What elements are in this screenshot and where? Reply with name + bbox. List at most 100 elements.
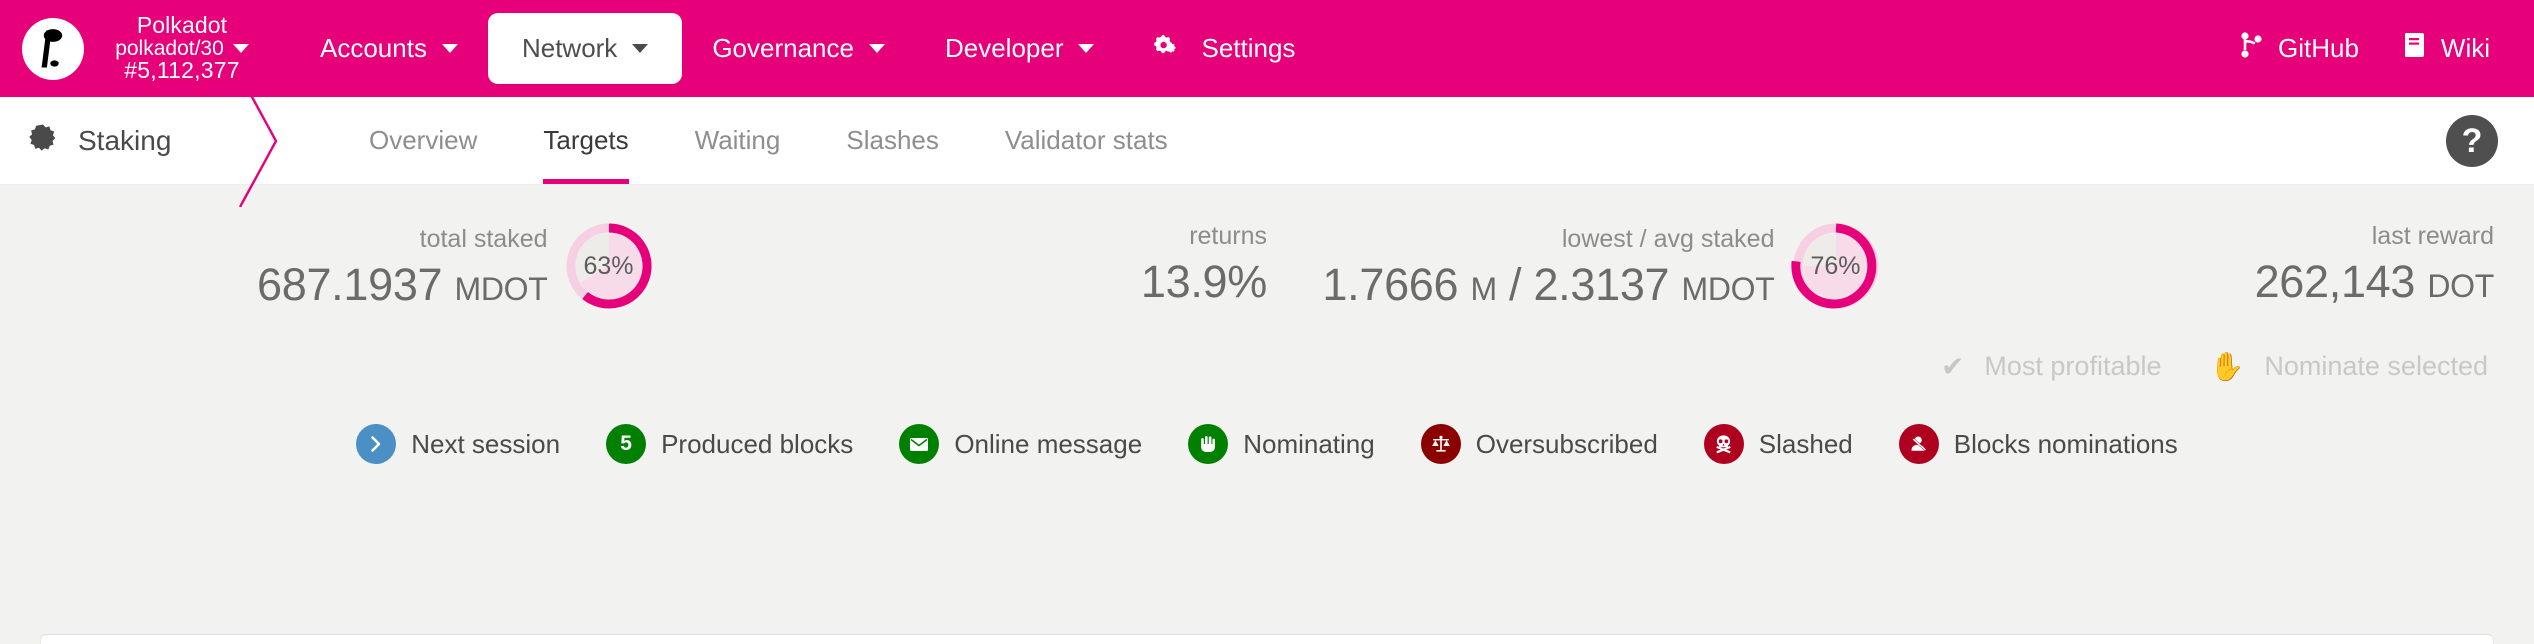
- chevron-right-icon: [356, 424, 397, 464]
- block-count-value: 5: [620, 432, 632, 455]
- tab-label: Overview: [369, 125, 478, 155]
- nominate-selected-button[interactable]: ✋ Nominate selected: [2210, 351, 2489, 382]
- block-number: #5,112,377: [124, 57, 240, 84]
- polkadot-logo-icon: [22, 17, 84, 80]
- stat-number: 262,143: [2254, 256, 2416, 307]
- legend-label: Blocks nominations: [1953, 428, 2178, 459]
- legend-item-next-session: Next session: [356, 424, 560, 464]
- hand-paper-icon: ✋: [2209, 350, 2245, 382]
- brand-block[interactable]: Polkadot polkadot/30 #5,112,377: [22, 12, 262, 84]
- main-nav: Accounts Network Governance Developer Se…: [290, 13, 2240, 84]
- tab-waiting[interactable]: Waiting: [662, 97, 814, 184]
- legend-item-oversubscribed: Oversubscribed: [1420, 424, 1658, 464]
- tab-validator-stats[interactable]: Validator stats: [972, 97, 1201, 184]
- legend-label: Nominating: [1243, 428, 1375, 459]
- header-links: GitHub Wiki: [2240, 31, 2500, 66]
- wiki-link[interactable]: Wiki: [2403, 31, 2490, 66]
- lowest-number: 1.7666: [1322, 259, 1459, 310]
- stat-label: returns: [1189, 222, 1267, 250]
- envelope-icon: [899, 424, 940, 464]
- stat-label: lowest / avg staked: [1561, 225, 1775, 253]
- chevron-down-icon: [1078, 44, 1095, 53]
- lowest-unit: M: [1470, 271, 1497, 307]
- stat-text: returns 13.9%: [1140, 222, 1267, 307]
- balance-scale-icon: [1420, 424, 1461, 464]
- skull-crossbones-icon: [1703, 424, 1744, 464]
- total-staked-donut: 63%: [564, 221, 654, 311]
- nav-item-label: Governance: [712, 33, 854, 63]
- avg-unit: MDOT: [1681, 271, 1775, 307]
- chevron-down-icon: [441, 44, 458, 53]
- stat-label: last reward: [2371, 222, 2494, 250]
- github-label: GitHub: [2277, 33, 2359, 63]
- stat-value: 687.1937 MDOT: [257, 262, 548, 307]
- book-icon: [2403, 31, 2427, 66]
- user-slash-icon: [1898, 424, 1939, 464]
- nav-item-label: Network: [521, 33, 618, 63]
- stat-returns: returns 13.9%: [654, 222, 1267, 307]
- stat-text: last reward 262,143 DOT: [2254, 222, 2495, 307]
- actions-row: ✔ Most profitable ✋ Nominate selected: [0, 307, 2534, 382]
- staking-tabs: Overview Targets Waiting Slashes Validat…: [336, 97, 1201, 184]
- chevron-down-icon: [868, 44, 885, 53]
- stat-text: lowest / avg staked 1.7666 M / 2.3137 MD…: [1322, 225, 1775, 308]
- tab-targets[interactable]: Targets: [510, 97, 661, 184]
- tab-slashes[interactable]: Slashes: [813, 97, 972, 184]
- certificate-icon: [28, 123, 58, 158]
- legend-item-blocks-nominations: Blocks nominations: [1898, 424, 2178, 464]
- avg-number: 2.3137: [1533, 259, 1670, 310]
- action-label: Nominate selected: [2264, 351, 2488, 381]
- tab-label: Waiting: [694, 125, 781, 155]
- chain-selector[interactable]: polkadot/30: [115, 37, 249, 59]
- nav-item-label: Developer: [944, 33, 1064, 63]
- stat-value: 1.7666 M / 2.3137 MDOT: [1322, 262, 1774, 307]
- stat-label: total staked: [419, 225, 548, 253]
- stat-last-reward: last reward 262,143 DOT: [1881, 222, 2495, 307]
- legend-label: Slashed: [1758, 428, 1853, 459]
- legend-item-slashed: Slashed: [1703, 424, 1853, 464]
- section-tab-bar: Staking Overview Targets Waiting Slashes…: [0, 74, 2534, 208]
- lowest-avg-staked-donut: 76%: [1790, 221, 1881, 311]
- code-branch-icon: [2240, 31, 2264, 66]
- stat-text: total staked 687.1937 MDOT: [257, 225, 548, 308]
- gears-icon: [1154, 34, 1184, 63]
- donut-percent-label: 63%: [583, 251, 634, 280]
- stat-value: 262,143 DOT: [2254, 256, 2495, 307]
- nav-item-network[interactable]: Network: [487, 13, 683, 84]
- targets-table-top-edge: [40, 634, 2494, 644]
- summary-stats-row: total staked 687.1937 MDOT 63% returns 1…: [0, 185, 2534, 309]
- action-label: Most profitable: [1984, 351, 2162, 381]
- value-separator: /: [1509, 259, 1522, 310]
- legend-item-online-message: Online message: [899, 424, 1142, 464]
- github-link[interactable]: GitHub: [2240, 31, 2359, 66]
- top-navigation-bar: Polkadot polkadot/30 #5,112,377 Accounts…: [0, 0, 2534, 97]
- stat-unit: DOT: [2427, 268, 2494, 304]
- legend-label: Next session: [411, 428, 561, 459]
- block-count-icon: 5: [606, 424, 647, 464]
- legend-item-nominating: Nominating: [1188, 424, 1375, 464]
- nav-item-developer[interactable]: Developer: [915, 15, 1125, 82]
- legend-label: Online message: [954, 428, 1143, 459]
- chevron-down-icon: [232, 44, 249, 53]
- nav-item-label: Accounts: [320, 33, 427, 63]
- question-mark-icon: ?: [2461, 121, 2483, 160]
- tab-label: Validator stats: [1004, 125, 1168, 155]
- stat-unit: MDOT: [454, 271, 548, 307]
- wiki-label: Wiki: [2440, 33, 2490, 63]
- legend-label: Oversubscribed: [1475, 428, 1658, 459]
- legend-label: Produced blocks: [661, 428, 854, 459]
- stat-number: 687.1937: [256, 259, 443, 310]
- brand-name: Polkadot: [136, 12, 228, 39]
- staking-targets-content: total staked 687.1937 MDOT 63% returns 1…: [0, 185, 2534, 644]
- tab-label: Slashes: [846, 125, 939, 155]
- hand-paper-icon: [1188, 424, 1229, 464]
- tab-overview[interactable]: Overview: [336, 97, 510, 184]
- nav-item-accounts[interactable]: Accounts: [290, 15, 488, 82]
- help-button[interactable]: ?: [2446, 114, 2498, 167]
- nav-item-settings[interactable]: Settings: [1124, 15, 1325, 82]
- most-profitable-button[interactable]: ✔ Most profitable: [1941, 351, 2162, 382]
- page-title: Staking: [78, 124, 172, 156]
- section-title-group: Staking: [0, 97, 248, 184]
- stat-value: 13.9%: [1140, 256, 1267, 307]
- nav-item-governance[interactable]: Governance: [682, 15, 915, 82]
